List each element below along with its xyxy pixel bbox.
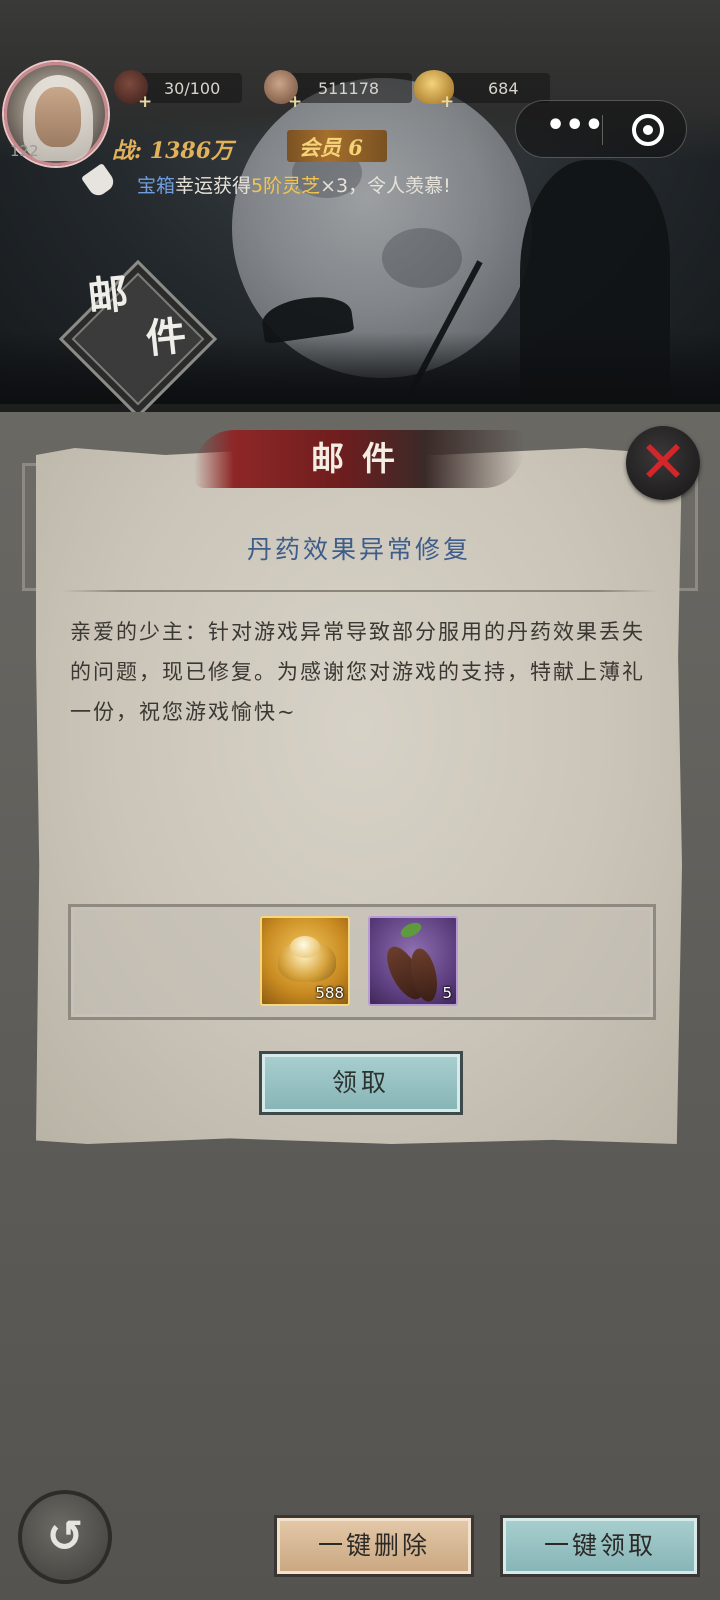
copper-value: 511178 <box>318 78 380 98</box>
reward-item-gold[interactable]: 588 <box>260 916 350 1006</box>
stamina-add-icon[interactable]: + <box>138 94 152 111</box>
back-button[interactable]: ↺ <box>18 1490 112 1584</box>
page-title: 邮 件 <box>84 270 204 382</box>
reward-count: 5 <box>442 984 452 1002</box>
mail-body: 亲爱的少主：针对游戏异常导致部分服用的丹药效果丢失的问题，现已修复。为感谢您对游… <box>70 620 645 724</box>
reward-panel <box>68 904 656 1020</box>
more-icon[interactable]: ••• <box>546 111 604 147</box>
mail-subject: 丹药效果异常修复 <box>246 535 471 564</box>
close-program-icon[interactable] <box>632 114 664 146</box>
broadcast-text: 幸运获得 <box>175 175 252 197</box>
avatar-face <box>35 87 81 147</box>
page-title-char-2: 件 <box>143 312 189 363</box>
delete-all-label: 一键删除 <box>317 1531 430 1560</box>
ingot-highlight <box>290 936 320 958</box>
broadcast-prefix: 宝箱 <box>137 175 176 197</box>
stamina-value: 30/100 <box>164 78 221 98</box>
claim-all-button[interactable]: 一键领取 <box>500 1515 700 1577</box>
capsule-divider <box>602 115 603 145</box>
gold-value: 684 <box>488 78 519 98</box>
delete-all-button[interactable]: 一键删除 <box>274 1515 474 1577</box>
claim-all-label: 一键领取 <box>543 1531 656 1560</box>
reward-item-lingzhi[interactable]: 5 <box>368 916 458 1006</box>
close-icon: ✕ <box>638 428 688 496</box>
back-arrow-icon: ↺ <box>46 1511 84 1562</box>
header-divider <box>0 404 720 412</box>
copper-add-icon[interactable]: + <box>288 94 302 111</box>
vip-level: 会员 6 <box>299 135 363 160</box>
player-level: 122 <box>10 142 39 160</box>
broadcast-item: 5阶灵芝 <box>251 175 321 197</box>
leaf-icon <box>398 919 424 941</box>
dialog-title: 邮件 <box>311 439 413 478</box>
subject-divider <box>62 590 658 592</box>
gold-add-icon[interactable]: + <box>440 94 454 111</box>
claim-button[interactable]: 领取 <box>259 1051 463 1115</box>
reward-count: 588 <box>315 984 344 1002</box>
page-title-char-1: 邮 <box>85 270 131 321</box>
close-button[interactable]: ✕ <box>626 426 700 500</box>
broadcast-marquee: 宝箱幸运获得5阶灵芝×3，令人羡慕! <box>137 171 451 198</box>
broadcast-suffix: ×3，令人羡慕! <box>320 175 451 197</box>
claim-label: 领取 <box>331 1068 390 1097</box>
combat-power: 战: 1386万 <box>112 138 234 164</box>
vip-badge[interactable]: 会员 6 <box>287 130 387 162</box>
mini-program-capsule: ••• <box>515 100 687 158</box>
